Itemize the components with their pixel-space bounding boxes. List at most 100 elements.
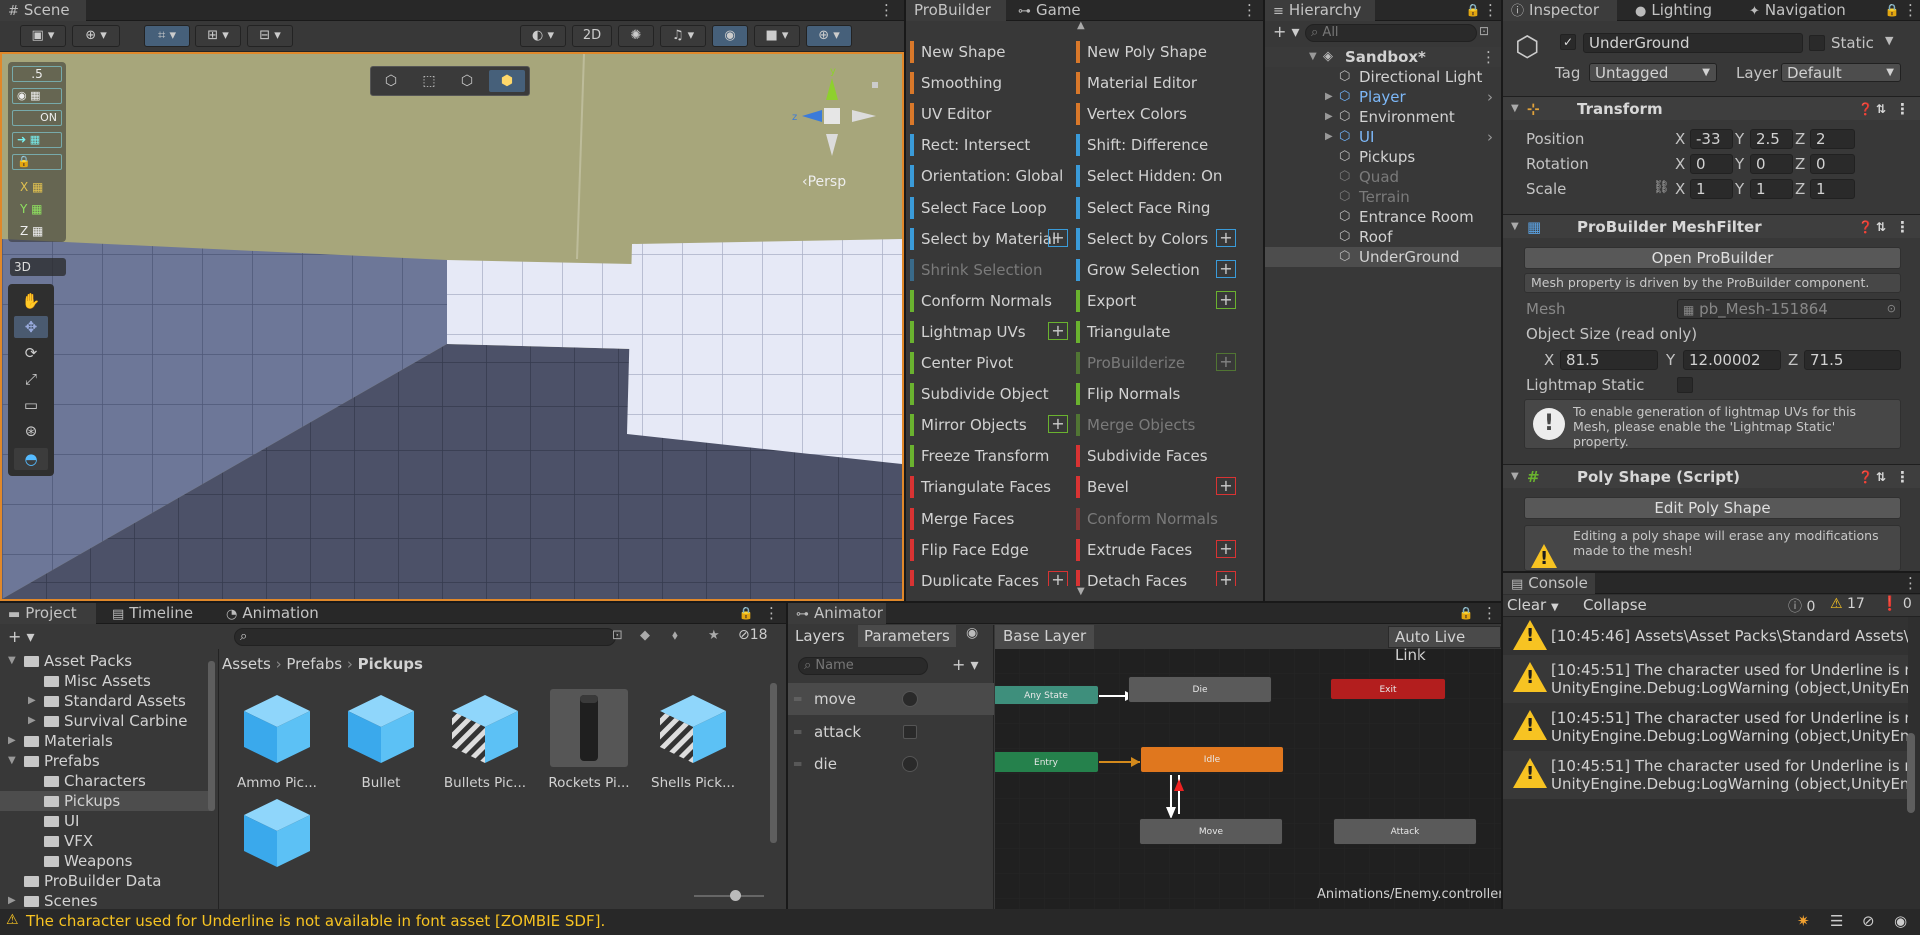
hand-tool-icon[interactable]: ✋	[14, 290, 48, 312]
create-dropdown[interactable]: + ▾	[8, 627, 35, 646]
pb-duplicate-faces-button[interactable]: Duplicate Faces +	[910, 567, 1072, 586]
folder-pickups[interactable]: Pickups	[0, 791, 210, 811]
object-name-field[interactable]: UnderGround	[1583, 33, 1803, 53]
asset-prefab[interactable]	[234, 793, 320, 879]
folder-scenes[interactable]: ▶ Scenes	[0, 891, 210, 909]
pb-flip-normals-button[interactable]: Flip Normals	[1076, 380, 1248, 408]
asset-bullet[interactable]: Bullet	[338, 689, 424, 791]
rotation-x-field[interactable]: 0	[1690, 154, 1733, 174]
console-entry[interactable]: [10:45:51] The character used for Underl…	[1503, 655, 1908, 703]
persp-label[interactable]: ‹Persp	[802, 174, 846, 190]
options-plus-icon[interactable]: +	[1216, 539, 1236, 558]
hierarchy-item-entrance-room[interactable]: ⬡ Entrance Room	[1265, 207, 1501, 227]
hierarchy-item-quad[interactable]: ⬡ Quad	[1265, 167, 1501, 187]
hierarchy-item-environment[interactable]: ▶ ⬡ Environment	[1265, 107, 1501, 127]
pb-conform-normals-button[interactable]: Conform Normals	[910, 287, 1072, 315]
parameter-die[interactable]: ═ die	[788, 748, 994, 780]
auto-live-link-button[interactable]: Auto Live Link	[1388, 626, 1501, 664]
snap-value-field[interactable]: .5	[12, 66, 62, 82]
expand-arrow-icon[interactable]: ▼	[8, 651, 16, 671]
lock-icon[interactable]: 🔒	[1884, 0, 1900, 21]
axis-y-toggle[interactable]: Y ▦	[12, 202, 62, 218]
push-to-grid-icon[interactable]: ➜ ▦	[12, 132, 62, 148]
state-any-state[interactable]: Any State	[995, 685, 1099, 705]
tab-project[interactable]: ▬ Project	[0, 603, 96, 624]
pb-lightmap-uvs-button[interactable]: Lightmap UVs +	[910, 318, 1072, 346]
visibility-snap-icon[interactable]: ◉ ▦	[12, 88, 62, 104]
tree-scrollbar[interactable]	[208, 661, 215, 811]
foldout-arrow-icon[interactable]: ▼	[1511, 97, 1519, 121]
scroll-up-icon[interactable]: ▲	[1077, 20, 1085, 31]
pb-detach-faces-button[interactable]: Detach Faces +	[1076, 567, 1248, 586]
options-plus-icon[interactable]: +	[1216, 570, 1236, 586]
scene-menu-icon[interactable]: ⋮	[879, 0, 894, 21]
options-plus-icon[interactable]: +	[1048, 570, 1068, 586]
eye-icon[interactable]: ◉	[966, 625, 978, 641]
build-icon[interactable]: ✷	[1797, 912, 1810, 930]
expand-arrow-icon[interactable]: ▼	[1309, 47, 1317, 67]
breadcrumb-assets[interactable]: Assets	[222, 655, 271, 673]
tab-inspector[interactable]: ⓘ Inspector	[1503, 0, 1617, 21]
tab-layers[interactable]: Layers	[795, 627, 845, 645]
component-menu-icon[interactable]: ⋮	[1895, 465, 1910, 489]
hierarchy-item-ui[interactable]: ▶ ⬡ UI ›	[1265, 127, 1501, 147]
audio-toggle-icon[interactable]: ♫ ▾	[660, 25, 706, 47]
position-y-field[interactable]: 2.5	[1750, 129, 1793, 149]
tab-navigation[interactable]: ✦ Navigation	[1741, 0, 1871, 21]
inspector-menu-icon[interactable]: ⋮	[1903, 0, 1918, 21]
pb-merge-faces-button[interactable]: Merge Faces	[910, 505, 1072, 533]
tab-probuilder[interactable]: ProBuilder	[906, 0, 1006, 21]
options-plus-icon[interactable]: +	[1216, 259, 1236, 278]
folder-survival-carbine[interactable]: ▶ Survival Carbine	[0, 711, 210, 731]
tab-parameters[interactable]: Parameters	[858, 625, 956, 647]
project-search-input[interactable]: ⌕	[234, 628, 616, 646]
folder-vfx[interactable]: VFX	[0, 831, 210, 851]
state-exit[interactable]: Exit	[1330, 678, 1446, 700]
pb-select-face-loop-button[interactable]: Select Face Loop	[910, 194, 1072, 222]
open-probuilder-button[interactable]: Open ProBuilder	[1524, 247, 1901, 269]
edit-poly-shape-button[interactable]: Edit Poly Shape	[1524, 497, 1901, 519]
favorite-star-icon[interactable]: ★	[708, 628, 720, 643]
toggle-2d-button[interactable]: 2D	[572, 25, 612, 47]
pb-mirror-objects-button[interactable]: Mirror Objects +	[910, 411, 1072, 439]
base-layer-breadcrumb[interactable]: Base Layer	[995, 625, 1095, 649]
edge-mode-icon[interactable]: ⬡	[451, 70, 483, 92]
lighting-toggle-icon[interactable]: ✺	[618, 25, 654, 47]
foldout-arrow-icon[interactable]: ▼	[1511, 465, 1519, 489]
options-plus-icon[interactable]: +	[1216, 290, 1236, 309]
hierarchy-item-directional-light[interactable]: ⬡ Directional Light	[1265, 67, 1501, 87]
parameter-attack[interactable]: ═ attack	[788, 716, 994, 748]
tab-lighting[interactable]: ● Lighting	[1627, 0, 1733, 21]
parameter-value-toggle[interactable]	[902, 691, 918, 707]
preset-icon[interactable]: ⇅	[1876, 215, 1886, 239]
rotation-z-field[interactable]: 0	[1810, 154, 1855, 174]
scene-root-row[interactable]: ▼ ◈ Sandbox* ⋮	[1265, 47, 1501, 67]
scale-y-field[interactable]: 1	[1750, 179, 1793, 199]
face-mode-icon[interactable]: ⬢	[489, 70, 525, 92]
asset-scrollbar[interactable]	[770, 683, 777, 843]
hierarchy-item-underground[interactable]: ⬡ UnderGround	[1265, 247, 1501, 267]
axis-x-toggle[interactable]: X ▦	[12, 180, 62, 196]
probuilder-menu-icon[interactable]: ⋮	[1242, 0, 1257, 21]
collapse-button[interactable]: Collapse	[1583, 596, 1647, 614]
add-parameter-dropdown[interactable]: + ▾	[952, 655, 979, 674]
pb-new-shape-button[interactable]: New Shape	[910, 38, 1072, 66]
preset-icon[interactable]: ⇅	[1876, 465, 1886, 489]
zoom-slider[interactable]	[694, 890, 764, 901]
pb-subdivide-faces-button[interactable]: Subdivide Faces	[1076, 442, 1248, 470]
parameter-search-input[interactable]: ⌕ Name	[798, 657, 928, 675]
debug-icon[interactable]: ⊘	[1862, 912, 1875, 930]
help-icon[interactable]: ❓	[1858, 215, 1873, 239]
lock-icon[interactable]: 🔒	[738, 603, 754, 624]
lightmap-static-checkbox[interactable]	[1677, 377, 1693, 393]
options-plus-icon[interactable]: +	[1216, 353, 1236, 371]
pb-shrink-selection-button[interactable]: Shrink Selection	[910, 256, 1072, 284]
pb-orientation-global-button[interactable]: Orientation: Global	[910, 162, 1072, 190]
folder-materials[interactable]: ▶ Materials	[0, 731, 210, 751]
object-picker-icon[interactable]: ⊙	[1887, 300, 1896, 318]
error-count-toggle[interactable]: ❗ 0	[1881, 596, 1912, 612]
hierarchy-item-player[interactable]: ▶ ⬡ Player ›	[1265, 87, 1501, 107]
gizmos-dropdown[interactable]: ⊕ ▾	[806, 25, 852, 47]
expand-arrow-icon[interactable]: ▶	[1325, 87, 1333, 107]
cache-icon[interactable]: ☰	[1830, 912, 1843, 930]
